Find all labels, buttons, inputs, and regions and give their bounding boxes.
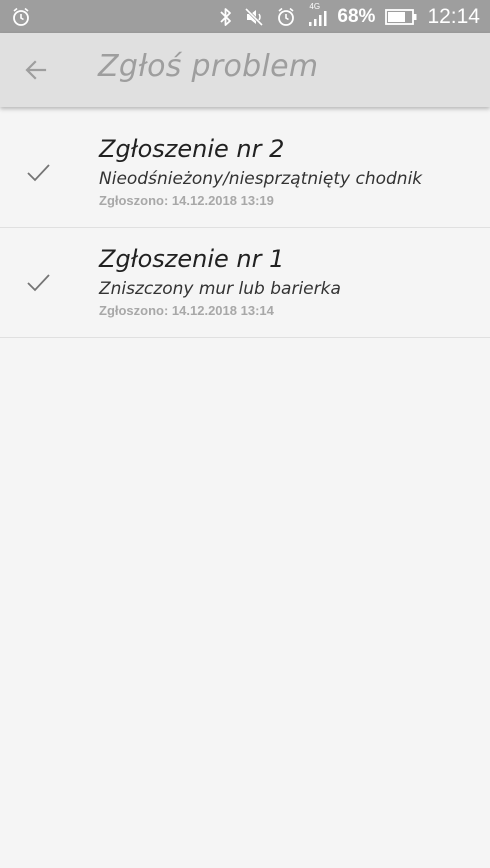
battery-percent: 68% xyxy=(337,5,376,27)
arrow-left-icon xyxy=(25,60,47,80)
battery-icon xyxy=(385,8,417,26)
report-date: Zgłoszono: 14.12.2018 13:19 xyxy=(99,193,274,208)
mute-icon xyxy=(243,6,265,28)
toolbar: Zgłoś problem xyxy=(0,33,490,107)
list-item[interactable]: Zgłoszenie nr 1 Zniszczony mur lub barie… xyxy=(0,228,490,338)
report-title: Zgłoszenie nr 2 xyxy=(99,135,285,163)
report-category: Nieodśnieżony/niesprzątnięty chodnik xyxy=(99,169,423,189)
report-category: Zniszczony mur lub barierka xyxy=(99,279,341,299)
back-button[interactable] xyxy=(16,50,56,90)
alarm-icon xyxy=(275,6,297,28)
network-type-label: 4G xyxy=(309,1,321,11)
reports-list: Zgłoszenie nr 2 Nieodśnieżony/niesprzątn… xyxy=(0,118,490,338)
status-bar: 4G 68% 12:14 xyxy=(0,0,490,33)
check-icon xyxy=(27,274,50,292)
page-title: Zgłoś problem xyxy=(98,49,319,84)
bluetooth-icon xyxy=(219,6,233,28)
status-icons: 4G 68% 12:14 xyxy=(219,0,480,33)
signal-icon: 4G xyxy=(307,2,327,28)
clock: 12:14 xyxy=(427,4,480,28)
check-icon xyxy=(27,164,50,182)
list-item[interactable]: Zgłoszenie nr 2 Nieodśnieżony/niesprzątn… xyxy=(0,118,490,228)
report-date: Zgłoszono: 14.12.2018 13:14 xyxy=(99,303,274,318)
alarm-icon xyxy=(10,6,32,28)
report-title: Zgłoszenie nr 1 xyxy=(99,245,285,273)
